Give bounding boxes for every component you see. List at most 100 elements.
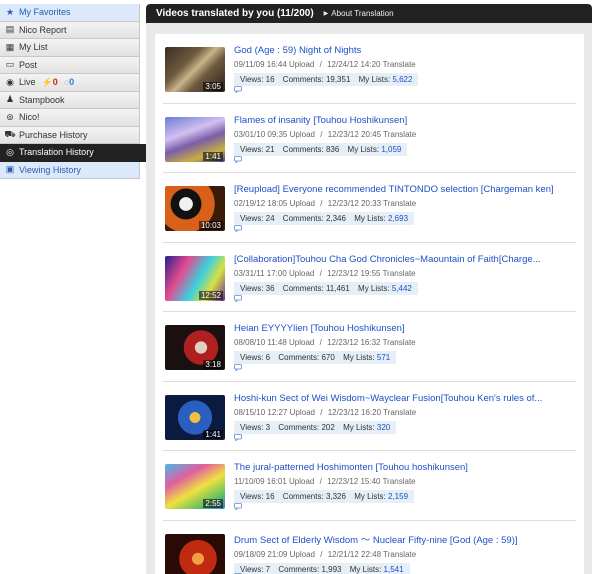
comment-count: 0 xyxy=(69,77,75,88)
video-title-link[interactable]: Drum Sect of Elderly Wisdom 〜 Nuclear Fi… xyxy=(234,532,564,546)
sidebar-item-label: Nico Report xyxy=(19,24,67,35)
duration-label: 12:52 xyxy=(198,290,223,300)
duration-label: 3:05 xyxy=(203,82,223,91)
meta-separator: / xyxy=(320,407,323,417)
duration-label: 1:41 xyxy=(203,151,223,161)
sidebar-item-label: My Favorites xyxy=(19,7,71,18)
sidebar-item-stampbook[interactable]: ♟ Stampbook xyxy=(0,91,140,109)
mylists-count-link[interactable]: 2,159 xyxy=(388,492,408,501)
comment-icon[interactable] xyxy=(234,433,242,441)
sidebar-item-my-list[interactable]: ▦ My List xyxy=(0,39,140,57)
views-label: Views: xyxy=(240,492,264,501)
sidebar-item-translation-history[interactable]: ◎ Translation History xyxy=(0,144,147,162)
video-info: Drum Sect of Elderly Wisdom 〜 Nuclear Fi… xyxy=(234,532,564,574)
video-title-link[interactable]: The jural-patterned Hoshimonten [Touhou … xyxy=(234,462,564,473)
sidebar-item-live[interactable]: ◉ Live ⚡0 ◌0 xyxy=(0,74,140,92)
mylists-count-link[interactable]: 2,693 xyxy=(388,214,408,223)
upload-label: Upload xyxy=(289,268,315,278)
comments-label: Comments: xyxy=(282,75,324,84)
post-icon: ▭ xyxy=(5,59,15,70)
video-title-link[interactable]: God (Age : 59) Night of Nights xyxy=(234,45,564,56)
sidebar-item-post[interactable]: ▭ Post xyxy=(0,56,140,74)
mylists-count-link[interactable]: 571 xyxy=(377,353,390,362)
translated-date: 12/23/12 19:55 xyxy=(327,268,381,278)
video-item: 12:52 [Collaboration]Touhou Cha God Chro… xyxy=(163,243,576,312)
stamp-icon: ♟ xyxy=(5,94,15,105)
comments-count: 202 xyxy=(321,422,335,432)
video-thumbnail[interactable]: 2:55 xyxy=(165,464,225,509)
mylists-count-link[interactable]: 5,622 xyxy=(392,75,412,84)
video-title-link[interactable]: Hoshi-kun Sect of Wei Wisdom~Waycl​ear F… xyxy=(234,393,564,404)
sidebar-item-label: Nico! xyxy=(19,112,40,123)
sidebar-item-nico[interactable]: ⊚ Nico! xyxy=(0,109,140,127)
views-label: Views: xyxy=(240,283,264,293)
translate-label: Translate xyxy=(383,129,417,139)
translation-icon: ◎ xyxy=(6,146,14,157)
sidebar-item-purchase-history[interactable]: ⛟ Purchase History xyxy=(0,126,140,144)
comment-icon[interactable] xyxy=(234,225,242,232)
sidebar-item-label: Purchase History xyxy=(19,129,88,140)
sidebar-item-label: Stampbook xyxy=(19,94,65,105)
comment-icon[interactable] xyxy=(234,503,242,510)
star-icon: ★ xyxy=(5,6,15,17)
comments-count: 1,993 xyxy=(321,564,342,574)
about-translation-link[interactable]: ▶ About Translation xyxy=(324,9,394,18)
translate-label: Translate xyxy=(383,407,417,417)
video-meta: 08/08/10 11:48 Upload / 12/23/12 16:32 T… xyxy=(234,338,564,347)
chevron-right-icon: ▶ xyxy=(323,11,329,17)
comments-count: 3,326 xyxy=(325,492,346,501)
mylists-label: My Lists: xyxy=(354,492,386,501)
posted-date: 08/15/10 12:27 xyxy=(234,407,288,417)
mylists-count-link[interactable]: 1,059 xyxy=(381,145,401,154)
meta-separator: / xyxy=(320,129,323,139)
translate-label: Translate xyxy=(383,199,417,208)
report-icon: ▤ xyxy=(5,24,15,35)
mylists-count-link[interactable]: 5,442 xyxy=(392,284,412,293)
comment-icon[interactable] xyxy=(234,86,242,93)
video-title-link[interactable]: [Reupload] Everyone recommended TINTONDO… xyxy=(234,184,564,195)
translated-date: 12/24/12 14:20 xyxy=(327,60,381,69)
video-thumbnail[interactable]: 10:03 xyxy=(165,186,225,231)
meta-separator: / xyxy=(319,477,322,486)
video-title-link[interactable]: [Collaboration]Touhou Cha God Chronicles… xyxy=(234,254,564,265)
mylists-count-link[interactable]: 1,541 xyxy=(384,565,404,574)
comment-icon[interactable] xyxy=(234,294,242,302)
lightning-icon: ⚡ xyxy=(41,76,53,87)
video-info: God (Age : 59) Night of Nights 09/11/09 … xyxy=(234,45,564,86)
sidebar-item-nico-report[interactable]: ▤ Nico Report xyxy=(0,21,140,39)
cart-icon: ⛟ xyxy=(4,129,16,140)
video-item: 10:03 [Reupload] Everyone recommended TI… xyxy=(163,173,576,243)
comment-icon[interactable] xyxy=(234,155,242,163)
mylists-count-link[interactable]: 320 xyxy=(377,423,390,432)
video-info: [Collaboration]Touhou Cha God Chronicles… xyxy=(234,254,564,295)
mylists-label: My Lists: xyxy=(349,564,382,574)
posted-date: 09/11/09 16:44 xyxy=(234,60,287,69)
video-thumbnail[interactable]: 1:41 xyxy=(165,394,225,440)
sidebar-item-my-favorites[interactable]: ★ My Favorites xyxy=(0,4,140,22)
sidebar-item-viewing-history[interactable]: ▣ Viewing History xyxy=(0,161,140,179)
translate-label: Translate xyxy=(382,60,416,69)
video-meta: 09/18/09 21:09 Upload / 12/21/12 22:48 T… xyxy=(234,550,564,559)
video-title-link[interactable]: Flames of insanity [Touhou Hoshikunsen] xyxy=(234,115,564,126)
video-stats: Views: 16 Comments: 19,351 My Lists: 5,6… xyxy=(234,73,419,86)
translated-date: 12/23/12 15:40 xyxy=(327,477,381,486)
views-label: Views: xyxy=(240,75,264,84)
views-label: Views: xyxy=(240,144,264,154)
video-thumbnail[interactable]: 12:52 xyxy=(165,255,225,301)
video-icon: ▣ xyxy=(5,164,15,175)
video-stats: Views: 3 Comments: 202 My Lists: 320 xyxy=(234,420,397,434)
video-title-link[interactable]: Heian EYYYYlien [Touhou Hoshikunsen] xyxy=(234,323,564,334)
video-thumbnail[interactable]: 3:05 xyxy=(165,47,225,92)
meta-separator: / xyxy=(319,338,322,347)
video-thumbnail[interactable]: 3:18 xyxy=(165,325,225,370)
views-count: 24 xyxy=(265,214,275,223)
comment-icon[interactable] xyxy=(234,364,242,371)
posted-date: 03/01/10 09:35 xyxy=(234,129,288,139)
translated-date: 12/23/12 20:45 xyxy=(327,129,382,139)
meta-separator: / xyxy=(319,60,322,69)
video-thumbnail[interactable]: 1:41 xyxy=(165,116,225,162)
upload-label: Upload xyxy=(289,549,315,559)
video-stats: Views: 21 Comments: 836 My Lists: 1,059 xyxy=(234,142,408,156)
comments-label: Comments: xyxy=(282,492,324,501)
video-thumbnail[interactable] xyxy=(165,533,225,574)
